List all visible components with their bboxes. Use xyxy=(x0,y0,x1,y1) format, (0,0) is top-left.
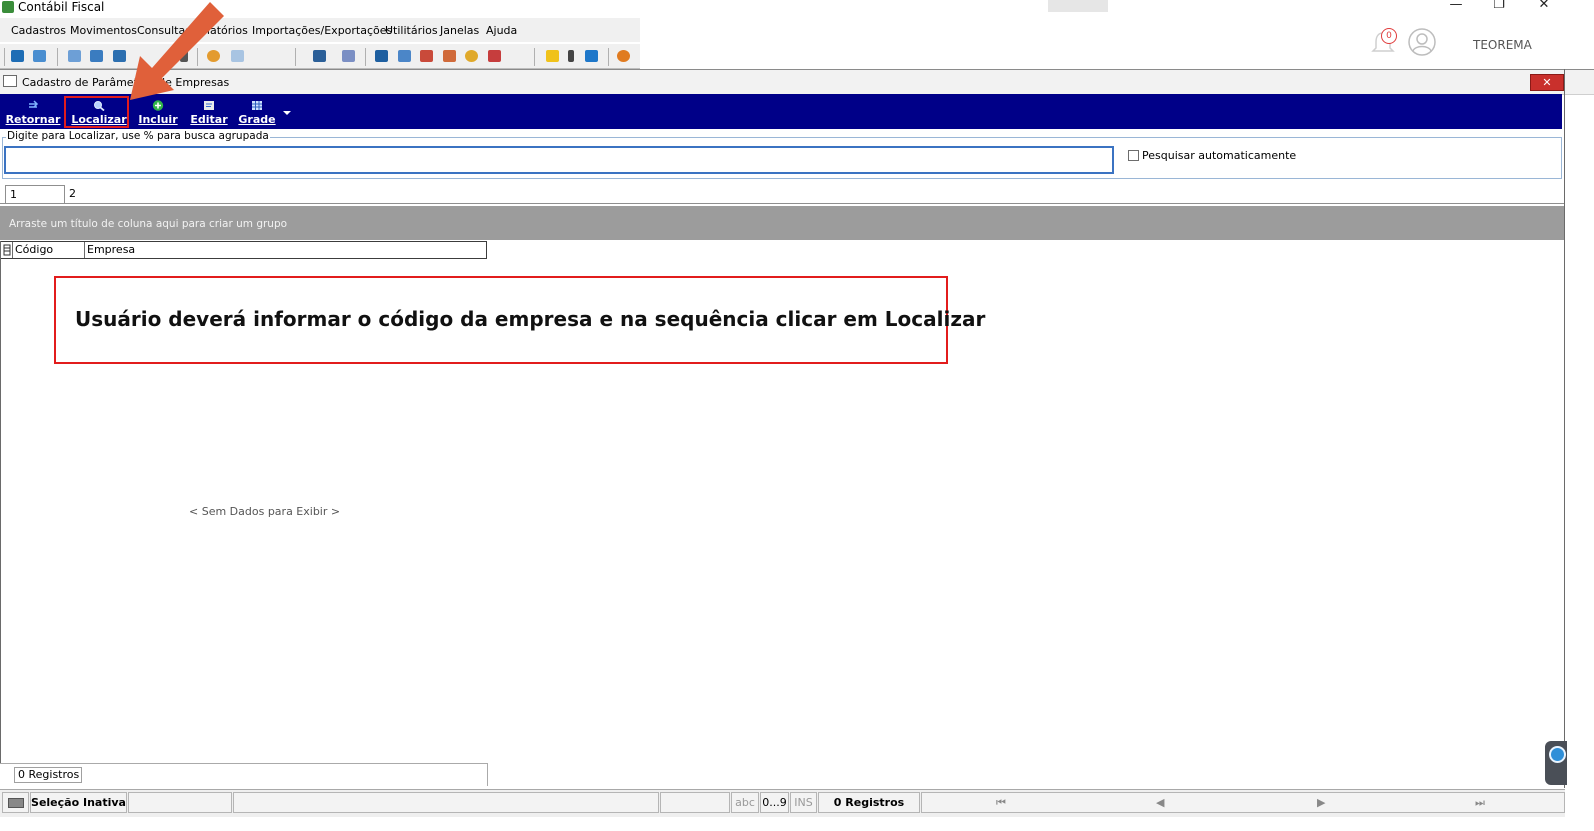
app-icon xyxy=(2,1,14,13)
grid-icon[interactable] xyxy=(231,50,244,62)
date-icon[interactable] xyxy=(420,50,433,62)
search-input[interactable] xyxy=(4,146,1114,174)
icon-toolbar xyxy=(0,44,640,69)
retornar-label: Retornar xyxy=(5,113,61,126)
column-chooser-icon[interactable] xyxy=(1,242,13,258)
minimize-button[interactable]: — xyxy=(1436,0,1476,13)
first-record-button[interactable]: ⏮ xyxy=(996,796,1006,810)
tab-consulta[interactable]: 1 Consulta xyxy=(5,185,65,219)
restore-button[interactable]: ❐ xyxy=(1479,0,1519,13)
abc-indicator: abc xyxy=(731,792,759,813)
status-record-count: 0 Registros xyxy=(818,792,920,813)
window-titlebar xyxy=(0,0,1594,15)
previous-record-button[interactable]: ◀ xyxy=(1156,796,1164,809)
column-header-empresa[interactable]: Empresa xyxy=(85,242,486,258)
chart-icon[interactable] xyxy=(342,50,355,62)
editar-label: Editar xyxy=(190,113,228,126)
column-header-codigo[interactable]: Código xyxy=(13,242,85,258)
group-by-hint: Arraste um título de coluna aqui para cr… xyxy=(9,218,288,230)
table-icon[interactable] xyxy=(375,50,388,62)
menu-ajuda[interactable]: Ajuda xyxy=(486,24,517,37)
tab-selecao[interactable]: 2 Seleção xyxy=(65,185,125,218)
status-panel-empty-3 xyxy=(660,792,730,813)
auto-search-label[interactable]: Pesquisar automaticamente xyxy=(1142,149,1296,162)
next-record-button[interactable]: ▶ xyxy=(1317,796,1325,809)
grade-dropdown-icon[interactable] xyxy=(283,111,291,115)
user-name: TEOREMA xyxy=(1473,38,1532,52)
schedule-icon[interactable] xyxy=(443,50,456,62)
favorites-dropdown-icon[interactable] xyxy=(568,50,574,62)
app-title: Contábil Fiscal xyxy=(18,0,105,14)
menu-utilitarios[interactable]: Utilitários xyxy=(385,24,438,37)
grade-label: Grade xyxy=(238,113,276,126)
search-form-icon xyxy=(3,75,17,87)
status-panel-empty-2 xyxy=(233,792,659,813)
action-toolbar: Retornar Localizar Incluir Editar Grade xyxy=(0,94,1562,129)
tabs-divider xyxy=(0,203,1565,204)
menu-bar: Cadastros Movimentos Consultas Relatório… xyxy=(0,18,640,42)
auto-search-checkbox[interactable] xyxy=(1128,150,1139,161)
last-record-button[interactable]: ⏭ xyxy=(1475,796,1485,810)
form-icon[interactable] xyxy=(68,50,81,62)
insert-indicator: INS xyxy=(790,792,817,813)
menu-cadastros[interactable]: Cadastros xyxy=(11,24,66,37)
child-window-caption xyxy=(0,69,1594,95)
menu-importacoes-exportacoes[interactable]: Importações/Exportações xyxy=(252,24,392,37)
status-panel-empty-1 xyxy=(128,792,232,813)
report-icon[interactable] xyxy=(313,50,326,62)
lock-icon[interactable] xyxy=(465,50,478,62)
teamviewer-icon xyxy=(1549,746,1566,763)
users-icon[interactable] xyxy=(33,50,46,62)
grade-button[interactable]: Grade xyxy=(236,94,278,128)
grid-left-border xyxy=(0,241,1,786)
user-avatar-icon[interactable] xyxy=(1407,27,1436,56)
incluir-label: Incluir xyxy=(138,113,178,126)
retornar-button[interactable]: Retornar xyxy=(4,94,62,128)
record-count: 0 Registros xyxy=(14,767,82,783)
star-icon[interactable] xyxy=(546,50,559,62)
navigator-panel xyxy=(921,792,1565,813)
grid-header: Código Empresa xyxy=(0,241,487,259)
search-legend: Digite para Localizar, use % para busca … xyxy=(6,130,270,142)
keyboard-icon xyxy=(2,792,29,813)
exit-icon[interactable] xyxy=(585,50,598,62)
digits-indicator: 0...9 xyxy=(760,792,789,813)
print-icon[interactable] xyxy=(488,50,501,62)
instruction-text: Usuário deverá informar o código da empr… xyxy=(75,307,986,331)
menu-janelas[interactable]: Janelas xyxy=(440,24,479,37)
selection-status: Seleção Inativa xyxy=(30,792,127,813)
notification-count-badge: 0 xyxy=(1381,28,1397,44)
grid-icon xyxy=(252,101,262,110)
calculator-icon[interactable] xyxy=(398,50,411,62)
tiling-controls[interactable] xyxy=(1048,0,1108,12)
return-icon xyxy=(29,100,39,108)
companies-icon[interactable] xyxy=(11,50,24,62)
close-child-button[interactable]: ✕ xyxy=(1530,74,1564,91)
power-icon[interactable] xyxy=(617,50,630,62)
pointer-arrow-icon xyxy=(130,2,224,100)
window-right-border xyxy=(1564,69,1565,788)
empty-grid-message: < Sem Dados para Exibir > xyxy=(189,505,341,518)
close-window-button[interactable]: ✕ xyxy=(1524,0,1564,13)
